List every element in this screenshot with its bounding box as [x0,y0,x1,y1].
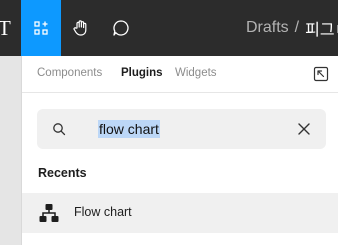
hand-tool-button[interactable] [61,0,101,56]
breadcrumb-drafts[interactable]: Drafts [246,19,289,37]
toolbar: T Drafts / 피그ㅁ [0,0,338,56]
plugin-search-field[interactable]: flow chart [37,109,326,149]
breadcrumb-separator: / [294,19,300,36]
breadcrumb: Drafts / 피그ㅁ [246,0,338,56]
flow-chart-plugin-icon [39,204,59,222]
hand-icon [73,20,87,36]
collapse-panel-icon[interactable] [312,65,330,83]
tab-widgets[interactable]: Widgets [175,67,217,79]
comment-icon [113,20,129,36]
text-tool-icon: T [0,15,11,40]
list-item[interactable]: Flow chart [22,193,338,233]
text-tool-button[interactable]: T [0,0,21,56]
close-icon[interactable] [297,122,311,136]
search-input[interactable]: flow chart [98,120,160,138]
recents-heading: Recents [38,166,87,180]
tab-components[interactable]: Components [37,67,102,79]
resources-panel: Components Plugins Widgets flow chart Re… [21,56,338,245]
resources-icon [34,21,48,35]
canvas-edge [0,56,21,245]
resources-tool-button[interactable] [21,0,61,56]
breadcrumb-file-name[interactable]: 피그ㅁ [305,16,338,40]
resource-tabs: Components Plugins Widgets [22,56,338,93]
search-icon [53,123,66,136]
comment-tool-button[interactable] [101,0,141,56]
plugin-name: Flow chart [74,205,132,219]
tab-plugins[interactable]: Plugins [121,67,163,79]
